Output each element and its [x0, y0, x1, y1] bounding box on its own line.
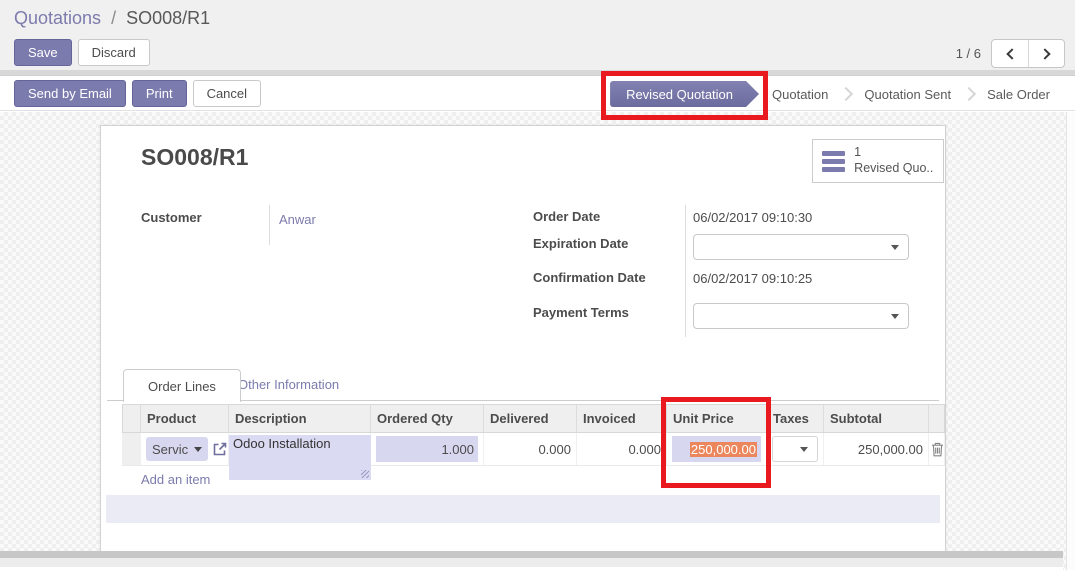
column-header-subtotal: Subtotal — [824, 405, 929, 432]
print-button[interactable]: Print — [131, 80, 187, 107]
payment-terms-field[interactable] — [693, 303, 909, 329]
column-header-actions — [929, 405, 946, 432]
description-textarea[interactable]: Odoo Installation — [229, 435, 371, 480]
odoo-quotation-form: Quotations / SO008/R1 Save Discard 1 / 6… — [0, 0, 1075, 570]
add-an-item-link[interactable]: Add an item — [141, 472, 210, 487]
record-title: SO008/R1 — [141, 144, 249, 170]
pager-counter: 1 / 6 — [955, 46, 981, 61]
ordered-qty-input[interactable]: 1.000 — [376, 436, 478, 462]
column-header-description: Description — [229, 405, 371, 432]
field-separator — [269, 205, 270, 245]
form-sheet: SO008/R1 1 Revised Quo... Customer Anwar… — [100, 125, 946, 552]
dropdown-caret-icon — [800, 447, 808, 452]
invoiced-cell: 0.000 — [577, 433, 667, 465]
dropdown-caret-icon — [891, 245, 899, 250]
order-date-value: 06/02/2017 09:10:30 — [693, 210, 813, 225]
stat-button-label: Revised Quo... — [854, 161, 934, 175]
column-header-unit-price: Unit Price — [667, 405, 767, 432]
state-revised-quotation[interactable]: Revised Quotation — [610, 81, 759, 107]
vertical-scrollbar-track[interactable] — [1066, 112, 1075, 570]
column-header-invoiced: Invoiced — [577, 405, 667, 432]
pager-next-button[interactable] — [1028, 40, 1064, 67]
delete-line-cell — [929, 433, 946, 465]
taxes-select[interactable] — [772, 436, 818, 462]
breadcrumb: Quotations / SO008/R1 — [14, 8, 210, 29]
hamburger-icon — [822, 150, 846, 172]
ordered-qty-cell: 1.000 — [371, 433, 484, 465]
product-select-value: Servic — [152, 441, 189, 457]
send-by-email-button[interactable]: Send by Email — [14, 80, 126, 107]
dropdown-caret-icon — [891, 314, 899, 319]
dropdown-caret-icon — [194, 446, 203, 452]
product-cell: Servic — [141, 433, 229, 465]
confirmation-date-label: Confirmation Date — [533, 270, 646, 285]
form-content-area: SO008/R1 1 Revised Quo... Customer Anwar… — [0, 112, 1075, 570]
order-lines-header-row: Product Description Ordered Qty Delivere… — [122, 404, 945, 433]
expiration-date-field[interactable] — [693, 234, 909, 260]
payment-terms-label: Payment Terms — [533, 305, 629, 320]
tab-other-information[interactable]: Other Information — [238, 377, 339, 392]
empty-placeholder-row[interactable] — [106, 495, 940, 523]
horizontal-scrollbar-track[interactable] — [0, 551, 1063, 567]
breadcrumb-divider: / — [111, 8, 117, 28]
product-select[interactable]: Servic — [146, 437, 209, 461]
chevron-left-icon — [1006, 47, 1018, 60]
column-header-ordered-qty: Ordered Qty — [371, 405, 484, 432]
delivered-cell: 0.000 — [484, 433, 577, 465]
column-header-delivered: Delivered — [484, 405, 577, 432]
discard-button[interactable]: Discard — [77, 39, 150, 66]
trash-icon[interactable] — [931, 442, 944, 457]
external-link-icon[interactable] — [212, 441, 228, 457]
customer-label: Customer — [141, 210, 202, 225]
column-header-product: Product — [141, 405, 229, 432]
top-header: Quotations / SO008/R1 Save Discard 1 / 6 — [0, 0, 1075, 70]
customer-value-link[interactable]: Anwar — [279, 212, 316, 227]
order-lines-table: Product Description Ordered Qty Delivere… — [122, 404, 945, 493]
record-pager: 1 / 6 — [956, 39, 1065, 68]
unit-price-cell: 250,000.00 — [667, 433, 767, 465]
horizontal-scrollbar-thumb[interactable] — [0, 551, 1063, 558]
description-cell: Odoo Installation — [229, 433, 371, 480]
order-line-row: Servic Odoo Installation 1.000 0.000 0.0… — [122, 433, 946, 480]
save-button[interactable]: Save — [14, 39, 72, 66]
confirmation-date-value: 06/02/2017 09:10:25 — [693, 271, 813, 286]
unit-price-selected-text: 250,000.00 — [689, 441, 757, 457]
expiration-date-label: Expiration Date — [533, 236, 629, 251]
statusbar-actions: Send by Email Print Cancel — [14, 80, 262, 107]
statusbar: Send by Email Print Cancel Revised Quota… — [0, 71, 1075, 120]
cancel-button[interactable]: Cancel — [192, 80, 262, 107]
column-header-taxes: Taxes — [767, 405, 824, 432]
pager-previous-button[interactable] — [992, 40, 1028, 67]
chevron-right-icon — [1038, 47, 1051, 60]
pager-buttons — [991, 39, 1065, 68]
unit-price-input[interactable]: 250,000.00 — [672, 436, 761, 462]
breadcrumb-quotations-link[interactable]: Quotations — [14, 8, 101, 28]
revised-quotations-stat-button[interactable]: 1 Revised Quo... — [812, 139, 944, 183]
stat-button-text: 1 Revised Quo... — [854, 145, 934, 176]
row-handle[interactable] — [123, 433, 141, 465]
status-pipeline: Revised Quotation Quotation Quotation Se… — [601, 71, 1063, 120]
subtotal-cell: 250,000.00 — [824, 433, 929, 465]
order-date-label: Order Date — [533, 209, 601, 224]
state-revised-quotation-wrap: Revised Quotation — [601, 71, 769, 120]
state-quotation-sent[interactable]: Quotation Sent — [851, 87, 964, 102]
stat-button-count: 1 — [854, 145, 862, 160]
tab-order-lines[interactable]: Order Lines — [123, 369, 241, 402]
column-header-handle — [123, 405, 141, 432]
state-sale-order[interactable]: Sale Order — [974, 87, 1063, 102]
taxes-cell — [767, 433, 824, 465]
header-actions: Save Discard — [14, 39, 150, 66]
breadcrumb-current-record: SO008/R1 — [126, 8, 211, 28]
state-quotation[interactable]: Quotation — [759, 87, 841, 102]
notebook-tabbar: Order Lines Other Information — [107, 369, 939, 402]
field-separator — [685, 205, 686, 337]
